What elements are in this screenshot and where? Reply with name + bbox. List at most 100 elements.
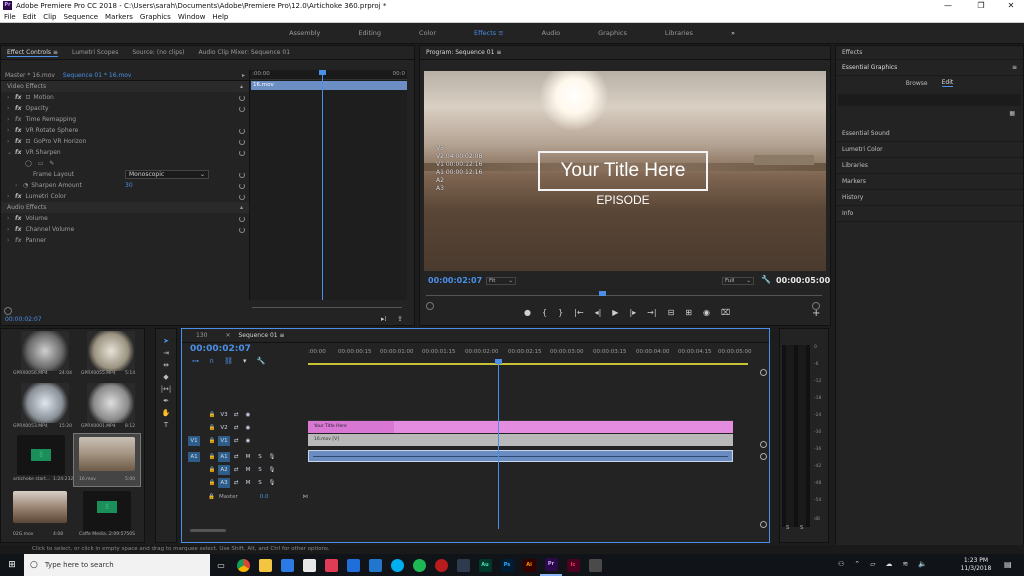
play-only-icon[interactable]: ▸ [242,72,245,79]
slip-tool-icon[interactable]: |↔| [161,385,172,393]
effect-row-channel-volume[interactable]: › fx Channel Volume [1,224,249,235]
effect-row-vr-rotate-sphere[interactable]: › fx VR Rotate Sphere [1,125,249,136]
master-clip-label[interactable]: Master * 16.mov [5,72,55,79]
workspace-libraries[interactable]: Libraries [646,29,712,37]
volume-icon[interactable]: 🔈 [918,560,927,568]
reset-icon[interactable] [239,105,245,112]
menu-graphics[interactable]: Graphics [140,13,171,21]
project-thumb[interactable] [13,491,67,523]
notifications-icon[interactable]: ▤ [1004,560,1012,569]
program-scrub-bar[interactable] [426,295,822,296]
taskbar-app-mail[interactable] [298,554,320,576]
track-label-v3[interactable]: V3 [218,410,230,420]
fit-dropdown[interactable]: Fit ⌄ [486,277,516,285]
chevron-right-icon[interactable]: › [7,193,15,200]
menu-window[interactable]: Window [178,13,206,21]
chevron-right-icon[interactable]: › [7,105,15,112]
menu-edit[interactable]: Edit [23,13,37,21]
menu-clip[interactable]: Clip [43,13,56,21]
collapse-icon[interactable]: ▴ [240,83,243,90]
project-thumb[interactable] [87,383,135,423]
timeline-zoom-scroll[interactable] [190,529,226,532]
taskbar-app-calculator[interactable] [452,554,474,576]
task-view-icon[interactable]: ▭ [210,554,232,576]
timeline-vscroll-bottom[interactable] [760,521,767,528]
tab-audio-clip-mixer[interactable]: Audio Clip Mixer: Sequence 01 [199,49,291,56]
reset-icon[interactable] [239,138,245,145]
solo-button[interactable]: S [254,465,266,475]
panel-lumetri-color[interactable]: Lumetri Color [836,142,1023,158]
panel-history[interactable]: History [836,190,1023,206]
lock-icon[interactable]: 🔒 [206,478,218,488]
workspace-graphics[interactable]: Graphics [579,29,646,37]
go-to-end-icon[interactable]: ⋈ [303,494,309,500]
wrench-icon[interactable]: 🔧 [761,275,771,284]
lock-icon[interactable]: 🔒 [206,452,218,462]
timeline-vscroll-top[interactable] [760,369,767,376]
title-graphic[interactable]: Your Title Here [538,151,708,191]
tab-browse[interactable]: Browse [906,80,928,87]
chevron-right-icon[interactable]: › [7,226,15,233]
solo-right-button[interactable]: S [800,525,803,531]
nest-icon[interactable]: ⊶ [192,357,199,365]
chevron-right-icon[interactable]: › [7,127,15,134]
track-label-a2[interactable]: A2 [218,464,230,475]
fx-badge-icon[interactable]: fx [15,193,21,200]
reset-icon[interactable] [239,94,245,101]
project-thumb-audio[interactable]: ⫶⫶ [83,491,131,531]
stopwatch-icon[interactable]: ◔ [23,182,28,189]
program-zoom-left[interactable] [426,302,434,310]
effect-row-gopro-vr-horizon[interactable]: › fx ⊡ GoPro VR Horizon [1,136,249,147]
microphone-icon[interactable]: 🎙 [266,465,278,475]
export-frame-icon[interactable]: ◉ [703,308,710,317]
taskbar-app-trello[interactable] [342,554,364,576]
sync-lock-icon[interactable]: ⇄ [230,423,242,433]
taskbar-app-file-explorer[interactable] [254,554,276,576]
reset-icon[interactable] [239,226,245,233]
workspace-assembly[interactable]: Assembly [270,29,339,37]
fx-badge-icon[interactable]: fx [15,127,21,134]
project-thumb-audio[interactable]: ⫶⫶ [17,435,65,475]
add-marker-icon[interactable]: ▾ [243,357,247,365]
eg-layer-box[interactable] [838,94,1021,106]
eye-icon[interactable]: ◉ [242,423,254,433]
type-tool-icon[interactable]: T [164,421,168,429]
menu-help[interactable]: Help [212,13,228,21]
track-label-v2[interactable]: V2 [218,423,230,433]
more-workspaces-icon[interactable]: » [712,29,754,37]
wifi-icon[interactable]: ≋ [903,560,909,568]
mini-clip-bar[interactable]: 16.mov [251,81,407,90]
go-to-out-icon[interactable]: →| [647,308,656,317]
tab-effect-controls[interactable]: Effect Controls ≡ [7,49,58,57]
mute-button[interactable]: M [242,452,254,462]
chevron-right-icon[interactable]: › [15,182,23,189]
workspace-editing[interactable]: Editing [339,29,400,37]
taskbar-app-illustrator[interactable]: Ai [518,554,540,576]
panel-libraries[interactable]: Libraries [836,158,1023,174]
track-select-tool-icon[interactable]: ⇥ [163,349,169,357]
effect-row-lumetri-color[interactable]: › fx Lumetri Color [1,191,249,202]
episode-graphic[interactable]: EPISODE [538,193,708,207]
reset-icon[interactable] [239,215,245,222]
timeline-ruler[interactable]: :00:00 00:00:00:15 00:00:01:00 00:00:01:… [308,349,752,365]
microphone-icon[interactable]: 🎙 [266,452,278,462]
effect-row-volume[interactable]: › fx Volume [1,213,249,224]
hand-tool-icon[interactable]: ✋ [162,409,171,417]
panel-markers[interactable]: Markers [836,174,1023,190]
taskbar-app-recorder[interactable] [430,554,452,576]
linked-selection-icon[interactable]: ⛓ [224,357,233,365]
lift-icon[interactable]: ⊟ [668,308,675,317]
sync-lock-icon[interactable]: ⇄ [230,478,242,488]
razor-tool-icon[interactable]: ◆ [163,373,168,381]
restore-button[interactable]: ❐ [966,0,996,12]
fx-badge-icon[interactable]: fx [15,149,21,156]
timeline-timecode[interactable]: 00:00:02:07 [190,344,251,354]
taskbar-app-spotify[interactable] [408,554,430,576]
workspace-effects[interactable]: Effects ≡ [455,29,523,37]
lock-icon[interactable]: 🔒 [206,410,218,420]
chevron-down-icon[interactable]: ⌄ [7,149,15,156]
taskbar-app-pocket[interactable] [320,554,342,576]
master-volume[interactable]: 0.0 [260,494,269,500]
collapse-icon[interactable]: ▴ [240,204,243,211]
filter-icon[interactable]: ▸⁞ [381,315,387,323]
